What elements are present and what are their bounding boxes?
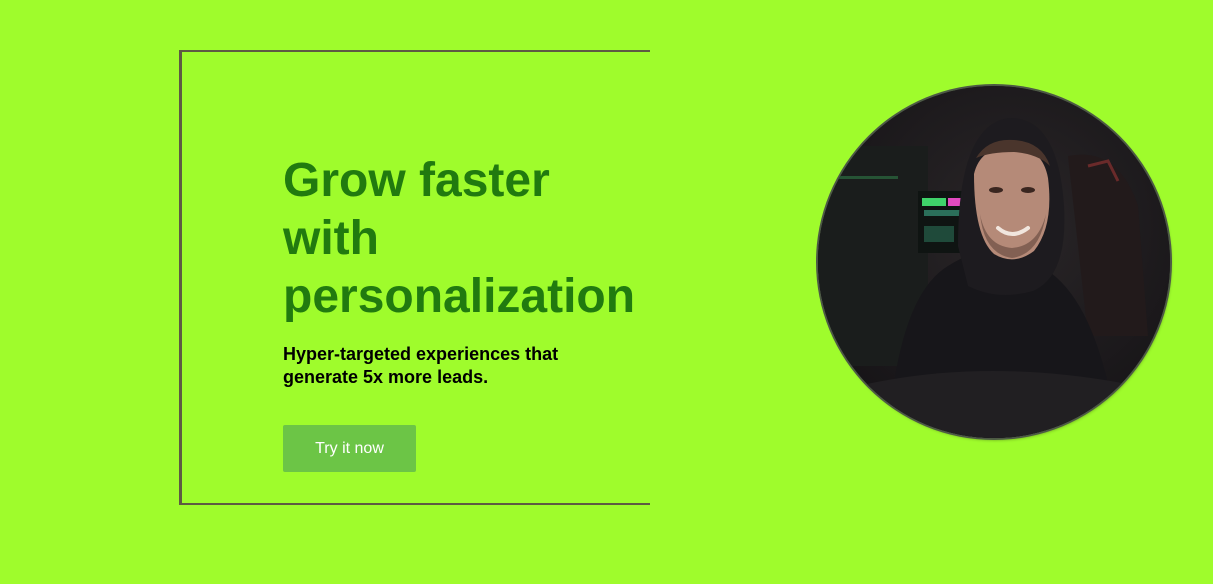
try-it-now-button[interactable]: Try it now (283, 425, 416, 472)
person-photo-icon (818, 86, 1170, 438)
headline-line-1: Grow faster (283, 154, 550, 207)
hero-photo (818, 86, 1170, 438)
headline-line-3: personalization (283, 270, 636, 323)
headline-line-2: with (283, 212, 379, 265)
hero-section: Grow faster with personalization Hyper-t… (0, 0, 1213, 584)
page-title: Grow faster with personalization (283, 152, 683, 326)
subheadline: Hyper-targeted experiences that generate… (283, 344, 559, 387)
